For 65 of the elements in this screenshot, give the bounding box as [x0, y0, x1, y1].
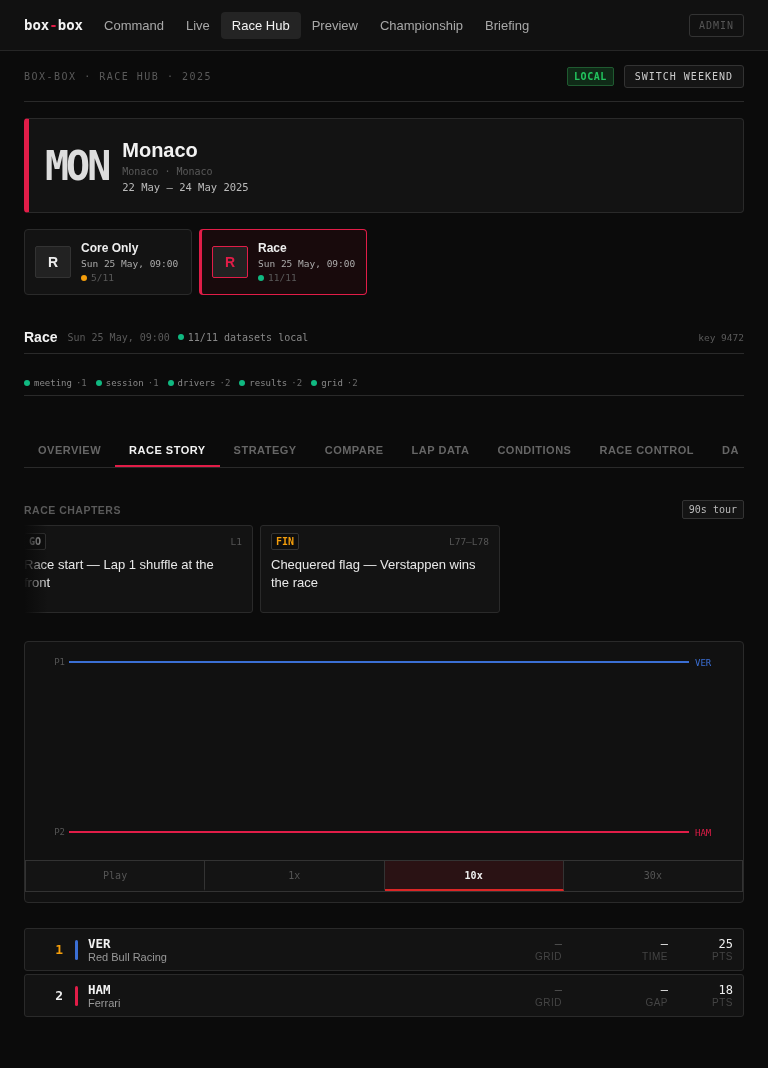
session-time: Sun 25 May, 09:00	[67, 331, 170, 343]
session-badge: R	[35, 246, 71, 278]
brand-logo[interactable]: box-box	[24, 17, 84, 33]
nav-link[interactable]: Preview	[300, 11, 369, 39]
dataset-name: drivers	[177, 377, 216, 388]
grid-value: –	[554, 983, 562, 997]
playback-button[interactable]: 10x	[384, 861, 564, 891]
session-title: Race	[24, 329, 58, 345]
nav-link[interactable]: Race Hub	[220, 11, 301, 39]
session-key: key 9472	[698, 331, 744, 343]
dataset-name: results	[249, 377, 288, 388]
driver-label: VER	[695, 658, 712, 668]
tab[interactable]: RACE STORY	[115, 436, 220, 467]
nav-link[interactable]: Briefing	[474, 11, 541, 39]
event-code: MON	[45, 142, 109, 189]
time-value: —	[660, 937, 668, 951]
team-name: Ferrari	[88, 997, 122, 1009]
session-name: Core Only	[81, 241, 140, 255]
nav-link[interactable]: Championship	[368, 11, 475, 39]
section-title: RACE CHAPTERS	[24, 503, 121, 516]
dataset-count: ·1	[147, 377, 159, 388]
dataset-count: ·2	[346, 377, 358, 388]
team-name: Red Bull Racing	[88, 951, 168, 963]
dataset-count: ·1	[75, 377, 87, 388]
lap-range: L77–L78	[448, 536, 489, 547]
session-time: Sun 25 May, 09:00	[81, 258, 179, 269]
position-number: 2	[54, 988, 63, 1003]
session-card[interactable]: R Race Sun 25 May, 09:00 11/11	[199, 229, 367, 295]
switch-weekend-button[interactable]: SWITCH WEEKEND	[623, 64, 744, 88]
dataset-name: meeting	[34, 377, 72, 388]
axis-label: P2	[54, 827, 65, 837]
dataset-count: 5/11	[91, 272, 114, 283]
status-dot	[177, 334, 184, 340]
breadcrumb: BOX-BOX · RACE HUB · 2025	[24, 70, 212, 82]
driver-label: HAM	[695, 828, 712, 838]
session-card[interactable]: R Core Only Sun 25 May, 09:00 5/11	[24, 229, 192, 295]
points-value: 18	[718, 983, 733, 997]
event-dates: 22 May – 24 May 2025	[122, 180, 249, 193]
event-location: Monaco · Monaco	[122, 165, 214, 177]
nav-link[interactable]: Command	[93, 11, 175, 39]
driver-code: VER	[88, 936, 112, 951]
dataset-count: ·2	[291, 377, 303, 388]
lap-range: L1	[230, 536, 242, 547]
source-badge: LOCAL	[567, 66, 614, 86]
grid-value: –	[554, 937, 562, 951]
chapter-tag: GO	[24, 533, 47, 550]
dataset-name: grid	[321, 377, 343, 388]
session-name: Race	[258, 241, 288, 255]
dataset-count: 11/11	[268, 272, 297, 283]
dataset-name: session	[105, 377, 144, 388]
points-value: 25	[718, 937, 733, 951]
tour-button[interactable]: 90s tour	[681, 500, 744, 519]
session-time: Sun 25 May, 09:00	[258, 258, 356, 269]
time-value: —	[660, 983, 668, 997]
dataset-status: 11/11 datasets local	[187, 331, 309, 343]
session-badge: R	[212, 246, 248, 278]
event-name: Monaco	[122, 138, 199, 162]
nav-link[interactable]: Live	[175, 11, 221, 39]
chapter-text: Chequered flag — Verstappen wins the race	[271, 556, 477, 592]
chapter-tag: FIN	[271, 533, 300, 550]
chapter-card[interactable]: FIN L77–L78 Chequered flag — Verstappen wins the race	[260, 525, 500, 613]
position-number: 1	[54, 942, 63, 957]
driver-code: HAM	[88, 982, 112, 997]
axis-label: P1	[54, 657, 65, 667]
dataset-count: ·2	[219, 377, 231, 388]
